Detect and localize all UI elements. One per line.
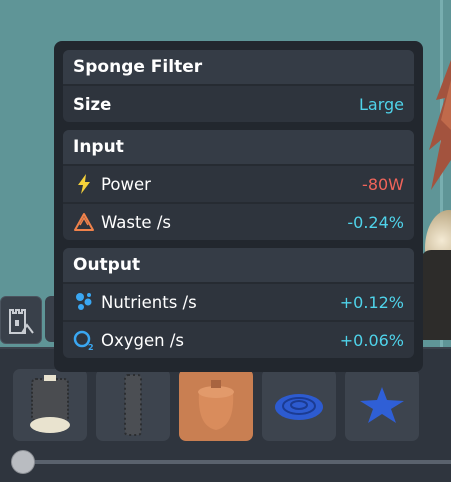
size-value: Large: [358, 94, 404, 114]
blue-starfish-thumbnail: [360, 387, 404, 423]
blue-starfish-item[interactable]: [345, 369, 419, 441]
output-card: Output Nutrients /s +0.12% 2 Oxygen /s +…: [63, 248, 414, 358]
rock-decoration: [421, 250, 451, 340]
waste-value: -0.24%: [347, 212, 404, 232]
power-value: -80W: [362, 174, 404, 194]
waste-label-group: Waste /s: [73, 211, 347, 233]
oxygen-icon: 2: [73, 329, 95, 351]
drawer-scroll-track[interactable]: [22, 460, 451, 464]
item-list: [13, 369, 419, 441]
castle-icon: [9, 309, 34, 334]
item-title: Sponge Filter: [63, 50, 414, 84]
power-label: Power: [101, 174, 151, 194]
info-card: Sponge Filter Size Large: [63, 50, 414, 122]
recycle-icon: [73, 211, 95, 233]
build-mode-button[interactable]: [0, 296, 42, 344]
lightning-icon: [73, 173, 95, 195]
nutrients-label-group: Nutrients /s: [73, 291, 340, 313]
oxygen-row: 2 Oxygen /s +0.06%: [63, 320, 414, 358]
item-tooltip-panel: Sponge Filter Size Large Input Power -80…: [54, 41, 423, 372]
sponge-filter-item[interactable]: [13, 369, 87, 441]
pot-thumbnail: [198, 380, 234, 430]
oxygen-label-group: 2 Oxygen /s: [73, 329, 340, 351]
sponge-filter-thumbnail: [30, 375, 70, 433]
tall-filter-thumbnail: [124, 374, 142, 436]
pot-item[interactable]: [179, 369, 253, 441]
nutrients-value: +0.12%: [339, 292, 404, 312]
waste-label: Waste /s: [101, 212, 171, 232]
drawer-scroll-thumb[interactable]: [11, 450, 35, 474]
blue-shell-thumbnail: [275, 394, 323, 420]
input-card: Input Power -80W Waste /s -0.24%: [63, 130, 414, 240]
nutrients-label: Nutrients /s: [101, 292, 197, 312]
input-heading: Input: [63, 130, 414, 164]
oxygen-value: +0.06%: [339, 330, 404, 350]
svg-text:2: 2: [88, 343, 94, 351]
tall-filter-item[interactable]: [96, 369, 170, 441]
nutrients-icon: [73, 291, 95, 313]
waste-row: Waste /s -0.24%: [63, 202, 414, 240]
nutrients-row: Nutrients /s +0.12%: [63, 282, 414, 320]
power-row: Power -80W: [63, 164, 414, 202]
size-label: Size: [73, 94, 112, 114]
blue-shell-item[interactable]: [262, 369, 336, 441]
size-row: Size Large: [63, 84, 414, 122]
oxygen-label: Oxygen /s: [101, 330, 184, 350]
power-label-group: Power: [73, 173, 362, 195]
output-heading: Output: [63, 248, 414, 282]
